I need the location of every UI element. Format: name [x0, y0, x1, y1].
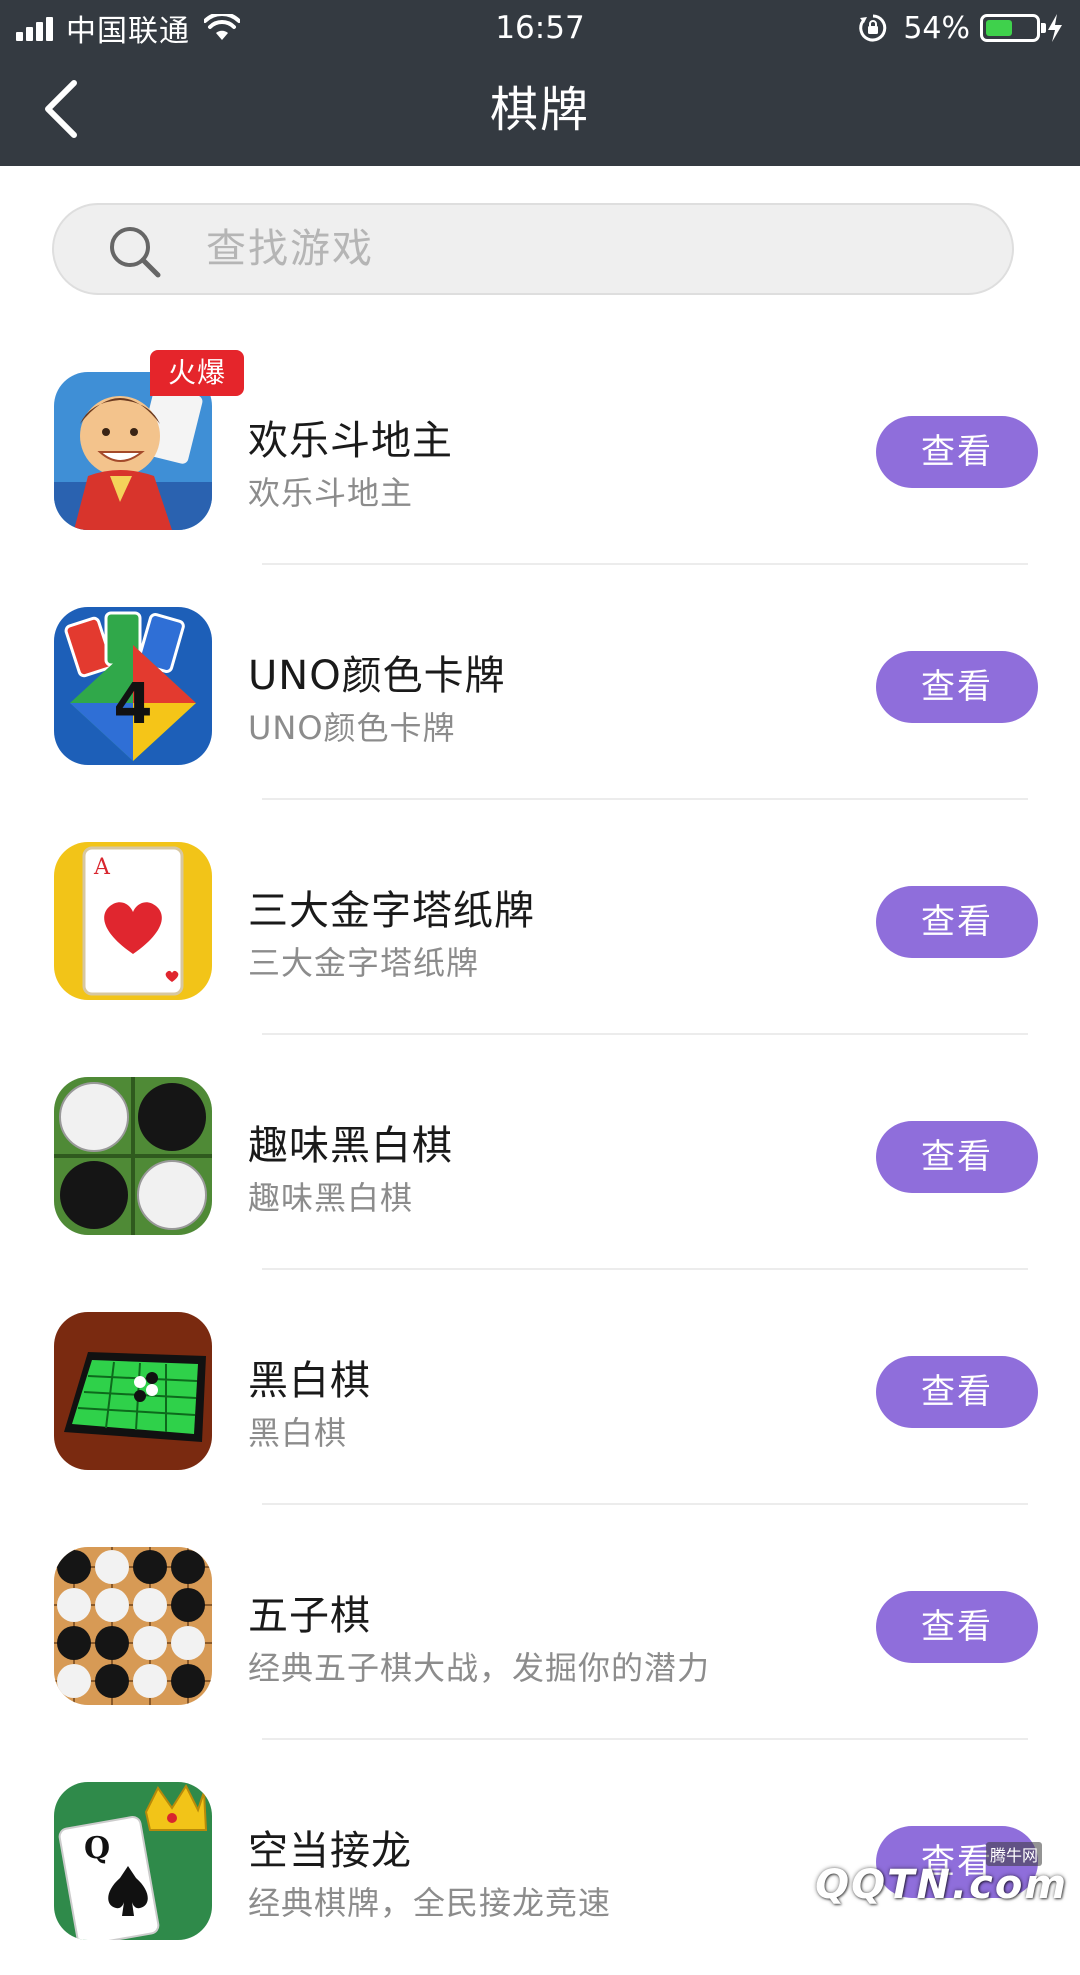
game-description: 经典五子棋大战，发掘你的潜力: [248, 1643, 710, 1689]
watermark: 腾牛网 QQTN.com: [868, 1842, 1068, 1912]
view-button[interactable]: 查看: [876, 886, 1038, 958]
status-bar: 中国联通 16:57 54%: [0, 0, 1080, 54]
list-item[interactable]: 黑白棋 黑白棋 查看: [0, 1270, 1080, 1505]
card-rank: A: [93, 855, 111, 880]
search-bar[interactable]: [52, 203, 1014, 295]
view-button[interactable]: 查看: [876, 1591, 1038, 1663]
view-button[interactable]: 查看: [876, 1356, 1038, 1428]
game-list: 火爆 欢乐斗地主 欢乐斗地主 查看 4 UNO颜色卡牌 UNO颜色卡牌 查看: [0, 330, 1080, 1975]
list-item[interactable]: 火爆 欢乐斗地主 欢乐斗地主 查看: [0, 330, 1080, 565]
freecell-app-icon[interactable]: Q: [54, 1782, 212, 1940]
gomoku-app-icon[interactable]: [54, 1547, 212, 1705]
page-title: 棋牌: [0, 54, 1080, 166]
search-input[interactable]: [204, 205, 984, 293]
list-item[interactable]: A 三大金字塔纸牌 三大金字塔纸牌 查看: [0, 800, 1080, 1035]
view-button[interactable]: 查看: [876, 416, 1038, 488]
nav-bar: 棋牌: [0, 54, 1080, 166]
battery-icon: [980, 14, 1040, 42]
game-name: UNO颜色卡牌: [248, 643, 506, 701]
game-description: UNO颜色卡牌: [248, 703, 456, 749]
search-icon: [106, 223, 164, 281]
view-button[interactable]: 查看: [876, 651, 1038, 723]
game-description: 经典棋牌，全民接龙竞速: [248, 1878, 611, 1924]
game-name: 黑白棋: [248, 1348, 371, 1406]
game-name: 三大金字塔纸牌: [248, 878, 535, 936]
battery-fill: [986, 20, 1012, 36]
game-description: 黑白棋: [248, 1408, 347, 1454]
uno-card-number: 4: [114, 672, 153, 737]
game-name: 欢乐斗地主: [248, 408, 453, 466]
battery-percent: 54%: [903, 11, 970, 46]
game-name: 趣味黑白棋: [248, 1113, 453, 1171]
watermark-text: QQTN.com: [815, 1862, 1068, 1908]
header: 中国联通 16:57 54%: [0, 0, 1080, 166]
list-item[interactable]: 4 UNO颜色卡牌 UNO颜色卡牌 查看: [0, 565, 1080, 800]
game-description: 三大金字塔纸牌: [248, 938, 479, 984]
hot-badge: 火爆: [150, 350, 244, 396]
uno-cards-app-icon[interactable]: 4: [54, 607, 212, 765]
reversi-stones-app-icon[interactable]: [54, 1077, 212, 1235]
list-item[interactable]: 五子棋 经典五子棋大战，发掘你的潜力 查看: [0, 1505, 1080, 1740]
status-right: 54%: [857, 8, 1064, 48]
battery-cap: [1041, 23, 1046, 33]
game-description: 欢乐斗地主: [248, 468, 413, 514]
charging-icon: [1046, 13, 1064, 43]
ace-of-hearts-app-icon[interactable]: A: [54, 842, 212, 1000]
game-description: 趣味黑白棋: [248, 1173, 413, 1219]
list-item[interactable]: 趣味黑白棋 趣味黑白棋 查看: [0, 1035, 1080, 1270]
reversi-board-app-icon[interactable]: [54, 1312, 212, 1470]
game-name: 五子棋: [248, 1583, 371, 1641]
card-rank: Q: [84, 1831, 110, 1866]
game-name: 空当接龙: [248, 1818, 412, 1876]
view-button[interactable]: 查看: [876, 1121, 1038, 1193]
orientation-lock-icon: [857, 12, 889, 44]
